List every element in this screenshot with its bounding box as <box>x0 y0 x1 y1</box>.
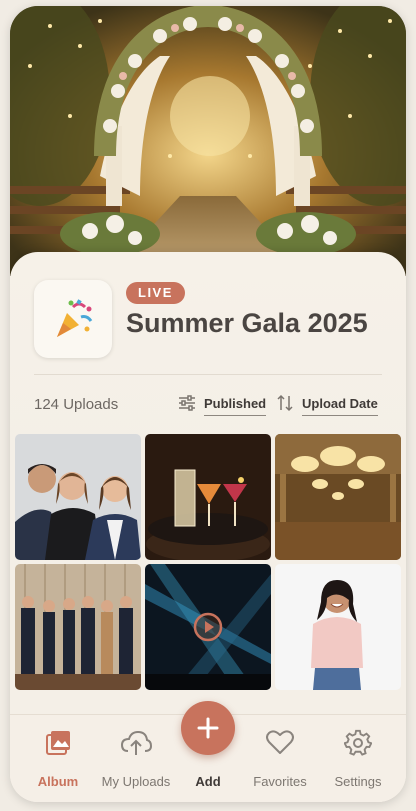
gallery-photo[interactable] <box>15 434 141 560</box>
heart-icon <box>266 730 294 754</box>
event-title: Summer Gala 2025 <box>126 308 368 338</box>
live-status-badge: LIVE <box>126 282 185 304</box>
nav-add-label[interactable]: Add <box>168 774 248 789</box>
gallery-photo[interactable] <box>275 564 401 690</box>
nav-my-uploads-label: My Uploads <box>101 774 171 789</box>
nav-favorites[interactable]: Favorites <box>240 715 320 802</box>
album-icon <box>46 731 70 755</box>
gallery-photo[interactable] <box>15 564 141 690</box>
event-icon <box>34 280 112 358</box>
nav-album[interactable]: Album <box>18 715 98 802</box>
event-cover-image <box>10 6 406 276</box>
nav-favorites-label: Favorites <box>253 774 307 789</box>
gear-icon <box>344 729 372 756</box>
cloud-upload-icon <box>120 730 152 755</box>
app-screen: LIVE Summer Gala 2025 124 Uploads Publis… <box>10 6 406 802</box>
uploads-count: 124 Uploads <box>34 396 119 413</box>
play-icon[interactable] <box>193 612 223 642</box>
sort-arrows-icon[interactable] <box>276 393 294 413</box>
gallery-photo[interactable] <box>145 434 271 560</box>
nav-my-uploads[interactable]: My Uploads <box>96 715 176 802</box>
nav-settings-label: Settings <box>334 774 382 789</box>
filter-sliders-icon[interactable] <box>178 394 196 412</box>
divider <box>34 374 382 375</box>
gallery-video[interactable] <box>145 564 271 690</box>
filter-published-button[interactable]: Published <box>204 396 267 416</box>
plus-icon <box>197 717 219 739</box>
bottom-navigation: Album My Uploads Add Favorites Settings <box>10 701 406 802</box>
party-popper-icon <box>57 299 93 337</box>
gallery-photo[interactable] <box>275 434 401 560</box>
sort-upload-date-button[interactable]: Upload Date <box>302 396 378 416</box>
nav-album-label: Album <box>37 774 79 789</box>
nav-settings[interactable]: Settings <box>318 715 398 802</box>
add-button[interactable] <box>181 701 235 755</box>
